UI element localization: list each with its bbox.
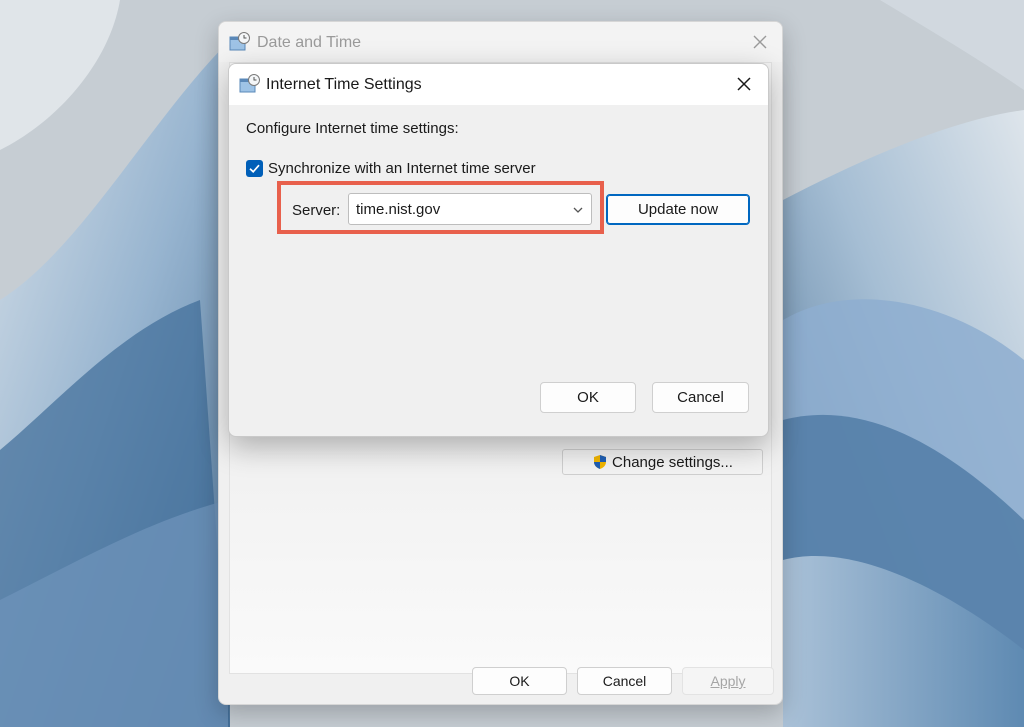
dialog-title: Internet Time Settings: [266, 76, 422, 93]
checkmark-icon: [249, 164, 260, 174]
change-settings-button[interactable]: Change settings...: [562, 449, 763, 475]
close-button[interactable]: [732, 72, 756, 96]
internet-time-settings-dialog: Internet Time Settings Configure Interne…: [228, 63, 769, 437]
close-icon: [753, 35, 767, 49]
cancel-button[interactable]: Cancel: [652, 382, 749, 413]
clock-calendar-icon: [239, 74, 260, 93]
apply-label: Apply: [710, 673, 746, 689]
apply-button[interactable]: Apply: [682, 667, 774, 695]
internet-time-titlebar[interactable]: Internet Time Settings: [229, 64, 768, 105]
sync-checkbox[interactable]: [246, 160, 263, 177]
change-settings-label: Change settings...: [612, 453, 733, 471]
close-icon: [737, 77, 751, 91]
server-value: time.nist.gov: [356, 201, 441, 218]
ok-button[interactable]: OK: [540, 382, 636, 413]
close-button[interactable]: [748, 30, 772, 54]
date-and-time-titlebar[interactable]: Date and Time: [219, 22, 782, 62]
sync-checkbox-label[interactable]: Synchronize with an Internet time server: [268, 160, 536, 177]
ok-button[interactable]: OK: [472, 667, 567, 695]
update-now-button[interactable]: Update now: [606, 194, 750, 225]
configure-heading: Configure Internet time settings:: [246, 120, 459, 137]
window-title: Date and Time: [257, 34, 362, 51]
server-label: Server:: [292, 202, 341, 219]
chevron-down-icon: [573, 207, 583, 213]
cancel-button[interactable]: Cancel: [577, 667, 672, 695]
uac-shield-icon: [594, 455, 607, 469]
server-dropdown[interactable]: time.nist.gov: [348, 193, 592, 225]
clock-calendar-icon: [229, 32, 250, 51]
